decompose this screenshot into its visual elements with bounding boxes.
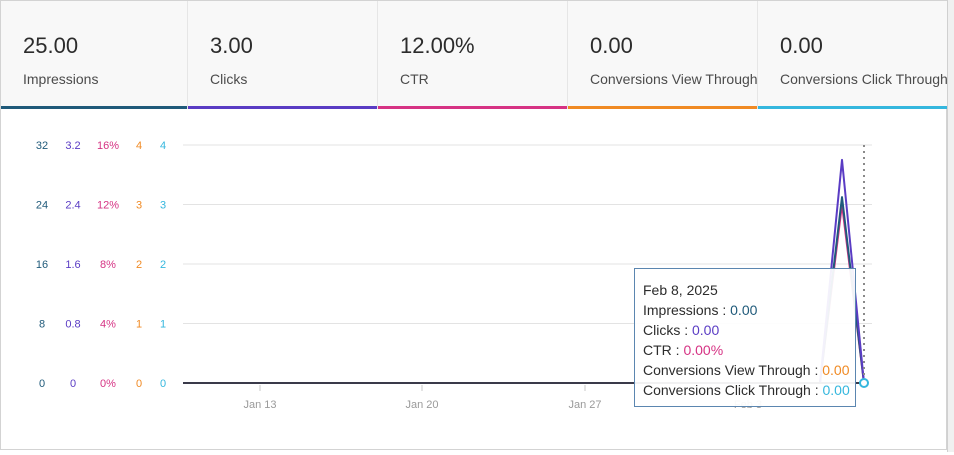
tooltip-row-label: Clicks : [643, 322, 692, 338]
tooltip-row: Conversions View Through : 0.00 [643, 360, 855, 380]
y-tick-label: 0% [100, 378, 116, 390]
y-tick-label: 32 [36, 140, 48, 152]
kpi-underline [568, 106, 757, 109]
kpi-value: 3.00 [210, 33, 253, 58]
kpi-value: 0.00 [590, 33, 633, 58]
kpi-label: CTR [400, 71, 429, 87]
tooltip-date: Feb 8, 2025 [643, 282, 718, 298]
y-tick-label: 0 [160, 378, 166, 390]
tooltip-row-value: 0.00 [822, 362, 850, 378]
y-tick-label: 1 [160, 319, 166, 331]
tooltip-row: CTR : 0.00% [643, 340, 855, 360]
y-tick-label: 0 [39, 378, 45, 390]
hover-point [859, 378, 869, 388]
y-tick-label: 8 [39, 319, 45, 331]
chart-tooltip: Feb 8, 2025 Impressions : 0.00 Clicks : 0… [634, 268, 856, 407]
tooltip-row-value: 0.00 [822, 382, 850, 398]
kpi-label: Conversions View Through [590, 71, 758, 87]
y-tick-label: 2.4 [65, 200, 80, 212]
x-tick-label: Jan 27 [568, 399, 601, 411]
scrollbar[interactable] [947, 0, 954, 452]
tooltip-row-label: Conversions Click Through : [643, 382, 823, 398]
y-tick-label: 1 [136, 319, 142, 331]
x-tick-label: Jan 20 [405, 399, 438, 411]
y-tick-label: 2 [160, 259, 166, 271]
kpi-underline [758, 106, 947, 109]
y-tick-label: 4 [136, 140, 142, 152]
kpi-underline [1, 106, 187, 109]
kpi-conversions-view-through[interactable]: 0.00 Conversions View Through [568, 1, 758, 109]
tooltip-row-value: 0.00 [692, 322, 720, 338]
tooltip-row-label: CTR : [643, 342, 684, 358]
y-tick-label: 3 [136, 200, 142, 212]
kpi-conversions-click-through[interactable]: 0.00 Conversions Click Through [758, 1, 948, 109]
y-tick-label: 24 [36, 200, 48, 212]
tooltip-row: Impressions : 0.00 [643, 300, 855, 320]
kpi-label: Clicks [210, 71, 248, 87]
y-tick-label: 2 [136, 259, 142, 271]
tooltip-row-value: 0.00% [683, 342, 724, 358]
kpi-impressions[interactable]: 25.00 Impressions [1, 1, 188, 109]
y-tick-label: 16% [97, 140, 119, 152]
kpi-clicks[interactable]: 3.00 Clicks [188, 1, 378, 109]
kpi-summary-row: 25.00 Impressions 3.00 Clicks 12.00% CTR… [1, 1, 948, 109]
y-tick-label: 16 [36, 259, 48, 271]
y-tick-label: 12% [97, 200, 119, 212]
y-tick-label: 4% [100, 319, 116, 331]
y-tick-label: 3.2 [65, 140, 80, 152]
tooltip-row-value: 0.00 [730, 302, 758, 318]
y-tick-label: 0 [70, 378, 76, 390]
y-tick-label: 4 [160, 140, 166, 152]
tooltip-row-label: Impressions : [643, 302, 731, 318]
kpi-underline [378, 106, 567, 109]
y-tick-label: 3 [160, 200, 166, 212]
y-tick-label: 8% [100, 259, 116, 271]
tooltip-row-label: Conversions View Through : [643, 362, 823, 378]
y-tick-label: 1.6 [65, 259, 80, 271]
kpi-underline [188, 106, 377, 109]
kpi-label: Conversions Click Through [780, 71, 948, 87]
tooltip-row: Conversions Click Through : 0.00 [643, 380, 855, 400]
y-tick-label: 0 [136, 378, 142, 390]
x-tick-label: Jan 13 [243, 399, 276, 411]
y-tick-label: 0.8 [65, 319, 80, 331]
tooltip-rows: Impressions : 0.00 Clicks : 0.00 CTR : 0.0… [643, 300, 855, 400]
kpi-ctr[interactable]: 12.00% CTR [378, 1, 568, 109]
kpi-value: 25.00 [23, 33, 79, 58]
kpi-value: 0.00 [780, 33, 823, 58]
tooltip-row: Clicks : 0.00 [643, 320, 855, 340]
kpi-value: 12.00% [400, 33, 475, 58]
kpi-label: Impressions [23, 71, 99, 87]
